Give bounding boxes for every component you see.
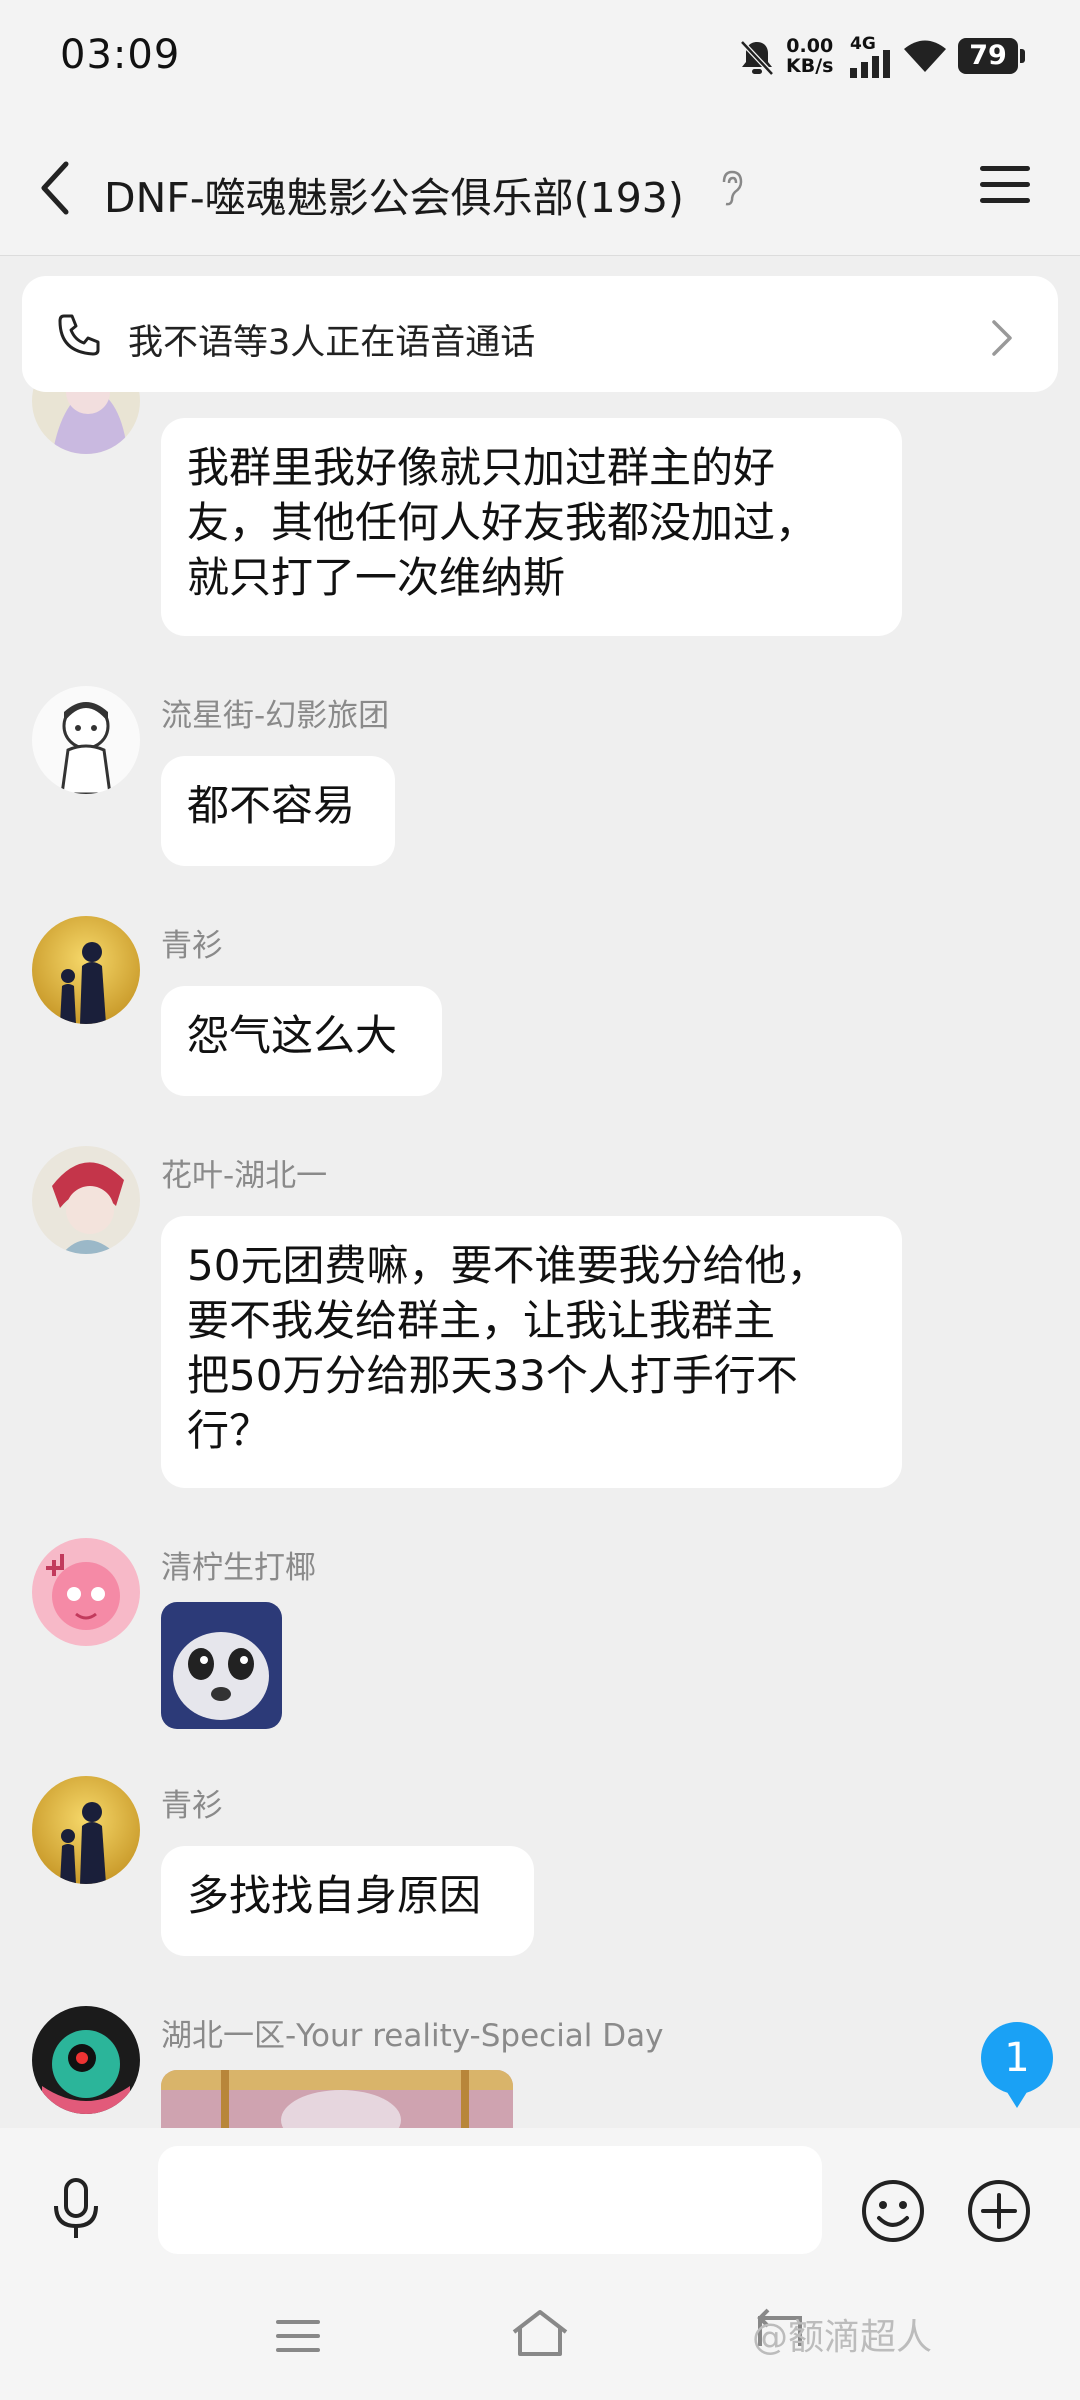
chevron-right-icon[interactable] [990, 318, 1014, 358]
sender-name[interactable]: 流星街-幻影旅团 [161, 690, 389, 735]
message-line: 要不我发给群主，让我让我群主 [187, 1296, 776, 1345]
ear-icon[interactable] [716, 168, 746, 208]
image-message[interactable] [161, 2070, 513, 2128]
status-time: 03:09 [60, 32, 181, 78]
message-line: 都不容易 [187, 781, 356, 830]
sender-name[interactable]: 湖北一区-Your reality-Special Day [161, 2010, 663, 2055]
message-bubble[interactable]: 我群里我好像就只加过群主的好 友，其他任何人好友我都没加过， 就只打了一次维纳斯 [161, 418, 902, 636]
sender-name[interactable]: 清柠生打椰 [161, 1542, 316, 1587]
message-input[interactable] [158, 2146, 822, 2254]
battery-indicator: 79 [958, 38, 1025, 74]
watermark: @额滴超人 [752, 2317, 933, 2358]
message-line: 把50万分给那天33个人打手行不 [187, 1351, 798, 1400]
sticker-image[interactable] [161, 1602, 282, 1729]
mute-bell-icon [740, 40, 774, 76]
net-speed: 0.00 KB/s [786, 35, 834, 77]
microphone-icon[interactable] [50, 2178, 102, 2242]
wifi-icon [904, 40, 946, 72]
message-line: 50元团费嘛，要不谁要我分给他， [187, 1241, 829, 1290]
message-line: 就只打了一次维纳斯 [187, 553, 566, 602]
message-bubble[interactable]: 怨气这么大 [161, 986, 442, 1096]
sender-name[interactable]: 花叶-湖北一 [161, 1150, 327, 1195]
message-line: 怨气这么大 [187, 1011, 398, 1060]
emoji-icon[interactable] [860, 2178, 926, 2244]
avatar[interactable] [32, 916, 140, 1024]
sender-name[interactable]: 青衫 [161, 920, 223, 965]
message-line: 友，其他任何人好友我都没加过， [187, 498, 818, 547]
avatar[interactable] [32, 1776, 140, 1884]
avatar[interactable] [32, 1538, 140, 1646]
avatar[interactable] [32, 2006, 140, 2114]
back-arrow-icon[interactable] [36, 160, 76, 216]
menu-icon[interactable] [980, 164, 1030, 206]
message-bubble[interactable]: 都不容易 [161, 756, 395, 866]
recent-apps-icon[interactable] [274, 2316, 322, 2356]
sender-name[interactable]: 青衫 [161, 1780, 223, 1825]
home-icon[interactable] [510, 2308, 570, 2358]
unread-badge[interactable]: 1 [981, 2022, 1053, 2108]
add-icon[interactable] [966, 2178, 1032, 2244]
phone-icon [58, 314, 100, 356]
signal-icon [850, 50, 890, 78]
message-bubble[interactable]: 50元团费嘛，要不谁要我分给他， 要不我发给群主，让我让我群主 把50万分给那天… [161, 1216, 902, 1488]
message-line: 行？ [187, 1406, 272, 1455]
message-bubble[interactable]: 多找找自身原因 [161, 1846, 534, 1956]
avatar[interactable] [32, 686, 140, 794]
message-line: 我群里我好像就只加过群主的好 [187, 443, 776, 492]
message-line: 多找找自身原因 [187, 1871, 482, 1920]
chat-title[interactable]: DNF-噬魂魅影公会俱乐部(193) [104, 164, 684, 224]
voice-call-text[interactable]: 我不语等3人正在语音通话 [128, 314, 535, 365]
avatar[interactable] [32, 1146, 140, 1254]
